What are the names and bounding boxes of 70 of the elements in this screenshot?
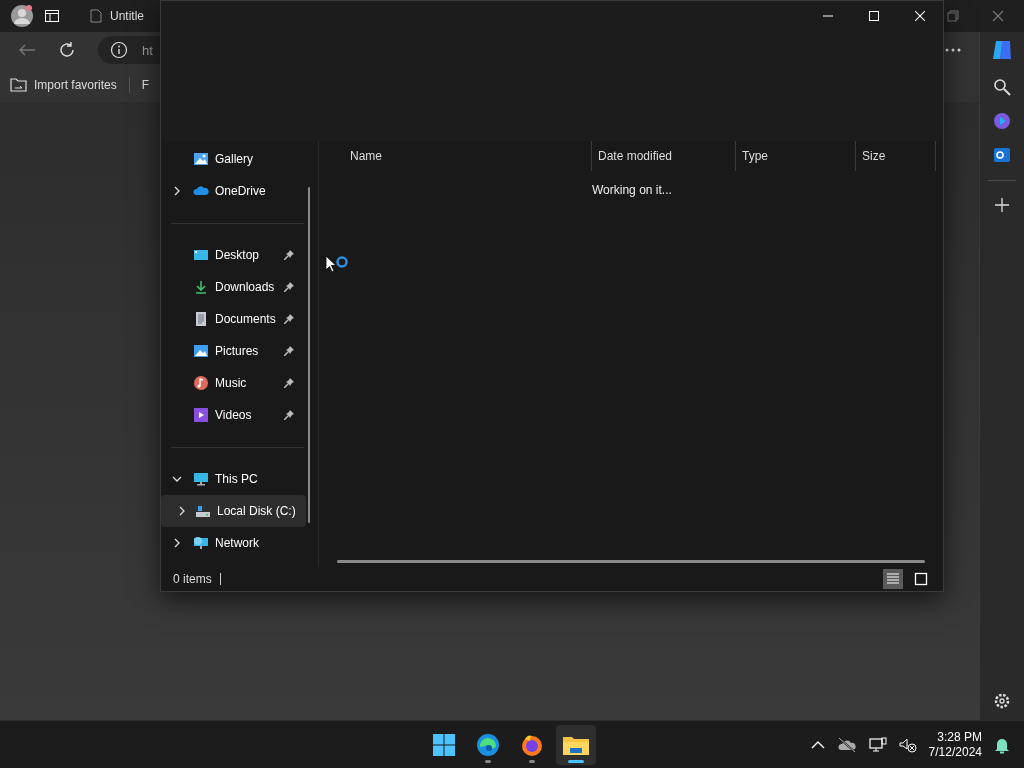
nav-item[interactable]: Music xyxy=(161,367,306,399)
nav-item[interactable]: Gallery xyxy=(161,143,306,175)
pin-icon xyxy=(284,378,294,388)
computer-icon xyxy=(193,471,209,487)
details-view-icon xyxy=(886,572,900,586)
pin-icon xyxy=(284,282,294,292)
maximize-icon xyxy=(869,11,879,21)
cloud-offline-icon[interactable] xyxy=(836,736,857,753)
pin-icon xyxy=(284,410,294,420)
pin-icon xyxy=(284,314,294,324)
chevron-up-icon[interactable] xyxy=(810,739,825,750)
document-icon xyxy=(193,311,209,327)
mail-icon[interactable] xyxy=(993,146,1011,164)
favorites-item[interactable]: F xyxy=(141,78,150,92)
info-icon xyxy=(110,41,128,59)
pin-icon xyxy=(284,250,294,260)
refresh-icon[interactable] xyxy=(58,41,76,59)
download-icon xyxy=(193,279,209,295)
favorites-item[interactable]: Import favorites xyxy=(10,77,117,93)
loading-message: Working on it... xyxy=(592,183,672,197)
close-icon[interactable] xyxy=(992,10,1004,22)
nav-item[interactable]: Documents xyxy=(161,303,306,335)
taskbar-app[interactable] xyxy=(556,725,596,765)
nav-item[interactable]: Downloads xyxy=(161,271,306,303)
tab-actions-icon[interactable] xyxy=(44,8,60,24)
copilot-icon[interactable] xyxy=(990,38,1014,62)
add-icon[interactable] xyxy=(994,197,1010,213)
folder-import-icon xyxy=(10,77,28,93)
restore-icon[interactable] xyxy=(947,10,959,22)
firefox-browser-icon xyxy=(520,733,544,757)
network-icon[interactable] xyxy=(868,736,887,753)
nav-item[interactable]: Network xyxy=(161,527,306,559)
nav-item[interactable]: This PC xyxy=(161,463,306,495)
network-icon xyxy=(193,535,209,551)
music-icon xyxy=(193,375,209,391)
nav-item[interactable]: Local Disk (C:) xyxy=(161,495,306,527)
desktop-icon xyxy=(193,247,209,263)
item-count: 0 items xyxy=(173,572,212,586)
volume-muted-icon[interactable] xyxy=(898,736,917,753)
pin-icon xyxy=(284,346,294,356)
windows-logo-icon xyxy=(432,733,456,757)
close-icon xyxy=(915,11,925,21)
edge-browser-icon xyxy=(476,733,500,757)
address-field[interactable]: ht xyxy=(98,36,160,64)
video-icon xyxy=(193,407,209,423)
gallery-icon xyxy=(193,151,209,167)
document-icon xyxy=(90,9,102,23)
nav-item[interactable]: Videos xyxy=(161,399,306,431)
clock[interactable]: 3:28 PM 7/12/2024 xyxy=(928,729,982,760)
column-header[interactable]: Size xyxy=(856,141,936,171)
chevron-icon[interactable] xyxy=(172,474,182,484)
chevron-icon[interactable] xyxy=(172,186,182,196)
column-header[interactable]: Date modified xyxy=(592,141,736,171)
back-arrow-icon[interactable] xyxy=(18,43,36,57)
busy-cursor-icon xyxy=(325,255,349,275)
large-icons-view-icon xyxy=(914,572,928,586)
more-icon[interactable] xyxy=(945,48,961,52)
nav-item[interactable]: OneDrive xyxy=(161,175,306,207)
tab-title[interactable]: Untitle xyxy=(110,9,144,23)
nav-item[interactable]: Pictures xyxy=(161,335,306,367)
column-header[interactable]: Name xyxy=(319,141,592,171)
nav-item[interactable]: Desktop xyxy=(161,239,306,271)
chevron-icon[interactable] xyxy=(177,506,187,516)
chevron-icon[interactable] xyxy=(172,538,182,548)
column-header[interactable]: Type xyxy=(736,141,856,171)
drive-icon xyxy=(195,503,211,519)
settings-icon[interactable] xyxy=(993,692,1011,710)
picture-icon xyxy=(193,343,209,359)
search-icon[interactable] xyxy=(993,78,1011,96)
profile-avatar-icon[interactable] xyxy=(10,4,34,28)
